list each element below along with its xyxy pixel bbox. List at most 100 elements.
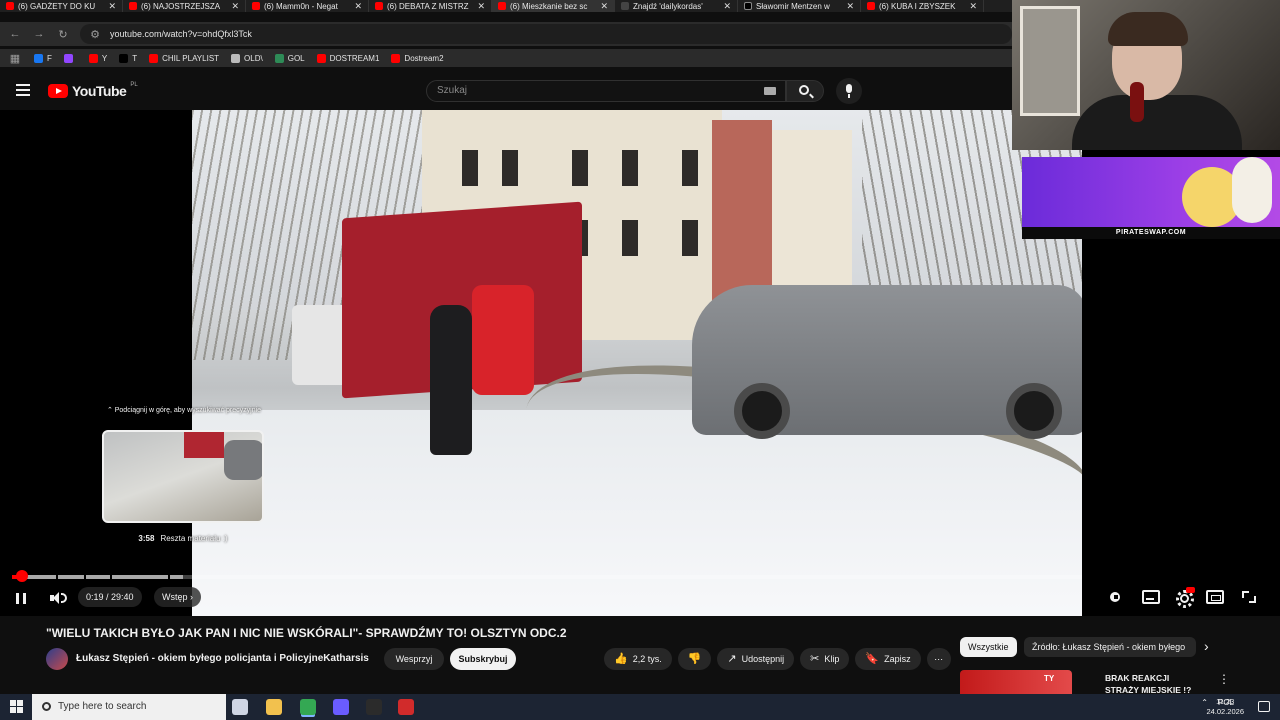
search-icon bbox=[799, 85, 809, 95]
browser-tab[interactable]: (6) DEBATA Z MISTRZ ✕ bbox=[369, 0, 492, 12]
more-actions-icon[interactable]: ⋯ bbox=[926, 648, 951, 670]
bookmark-item[interactable]: OLD\ bbox=[231, 53, 263, 63]
chips-next-icon[interactable]: › bbox=[1204, 638, 1209, 654]
tab-close-icon[interactable]: ✕ bbox=[600, 1, 608, 12]
tab-close-icon[interactable]: ✕ bbox=[969, 1, 977, 12]
pause-icon[interactable] bbox=[12, 588, 32, 608]
action-label: Klip bbox=[824, 654, 840, 664]
bookmark-favicon-icon bbox=[391, 53, 401, 63]
taskbar-search-placeholder: Type here to search bbox=[58, 701, 147, 712]
thumbs-up-button[interactable]: 👍 2,2 tys. bbox=[604, 648, 672, 670]
chrome-icon[interactable] bbox=[300, 699, 316, 715]
progress-scrubber[interactable] bbox=[16, 570, 28, 582]
bookmark-item[interactable]: Dostream2 bbox=[391, 53, 444, 63]
sponsor-domain: PIRATESWAP.COM bbox=[1022, 227, 1280, 239]
taskbar-clock[interactable]: 11:23 24.02.2026 bbox=[1206, 697, 1244, 717]
browser-tab[interactable]: Sławomir Mentzen w ✕ bbox=[738, 0, 861, 12]
webcam-microphone bbox=[1130, 82, 1144, 122]
seek-preview-label: 3:58 Reszta materiału :) bbox=[102, 534, 264, 543]
autoplay-toggle-icon[interactable] bbox=[1106, 589, 1124, 605]
webcam-body bbox=[1072, 95, 1242, 150]
subscribe-button[interactable]: Subskrybuj bbox=[450, 648, 516, 670]
video-frame[interactable] bbox=[192, 110, 1082, 616]
browser-tab[interactable]: (6) NAJOSTRZEJSZA ✕ bbox=[123, 0, 246, 12]
channel-name[interactable]: Łukasz Stępień - okiem byłego policjanta… bbox=[76, 653, 369, 664]
task-view-icon[interactable] bbox=[232, 699, 248, 715]
chapter-arrow-icon: › bbox=[190, 592, 194, 602]
reload-icon[interactable]: ↻ bbox=[56, 28, 70, 41]
player-controls: 0:19 / 29:40 Wstęp › bbox=[0, 584, 1280, 610]
bookmarks-bar: ▦ F Y T CHIL PLAYLIST OLD\ GOL DOSTREAM1 Dostre… bbox=[0, 49, 1012, 67]
bookmark-item[interactable] bbox=[63, 53, 77, 63]
site-info-icon[interactable]: ⚙ bbox=[88, 28, 102, 41]
recommendation-title[interactable]: BRAK REAKCJI STRAŻY MIEJSKIE !? Patologi… bbox=[1105, 672, 1205, 694]
record-app-icon[interactable] bbox=[398, 699, 414, 715]
volume-icon[interactable] bbox=[48, 588, 68, 608]
progress-bar[interactable] bbox=[12, 575, 1082, 579]
youtube-logo[interactable]: YouTube PL bbox=[48, 82, 138, 99]
tab-close-icon[interactable]: ✕ bbox=[846, 1, 854, 12]
tab-close-icon[interactable]: ✕ bbox=[108, 1, 116, 12]
browser-tab-title: (6) NAJOSTRZEJSZA bbox=[141, 1, 221, 11]
address-bar-row: ← → ↻ ⚙ youtube.com/watch?v=ohdQfxl3Tck bbox=[0, 22, 1012, 46]
keyboard-icon[interactable] bbox=[764, 87, 776, 95]
theater-mode-icon[interactable] bbox=[1206, 590, 1224, 604]
obs-icon[interactable] bbox=[366, 699, 382, 715]
browser-tab[interactable]: (6) GADŻETY DO KU ✕ bbox=[0, 0, 123, 12]
tab-close-icon[interactable]: ✕ bbox=[723, 1, 731, 12]
apps-grid-icon[interactable]: ▦ bbox=[8, 52, 22, 65]
url-field[interactable]: ⚙ youtube.com/watch?v=ohdQfxl3Tck bbox=[80, 24, 1012, 44]
windows-start-icon[interactable] bbox=[10, 700, 23, 713]
action-label: Udostępnij bbox=[741, 654, 785, 664]
save-button[interactable]: 🔖 Zapisz bbox=[855, 648, 921, 670]
support-button[interactable]: Wesprzyj bbox=[384, 648, 444, 670]
search-button[interactable] bbox=[786, 80, 824, 102]
x-favicon-icon bbox=[744, 2, 752, 10]
sponsor-overlay: PIRATESWAP.COM bbox=[1022, 157, 1280, 239]
youtube-favicon-icon bbox=[6, 2, 14, 10]
taskbar-search-input[interactable]: Type here to search bbox=[32, 694, 226, 720]
thumbs-down-button[interactable]: 👎 bbox=[677, 648, 712, 670]
channel-avatar[interactable] bbox=[46, 648, 68, 670]
browser-tab[interactable]: (6) Mamm0n - Negat ✕ bbox=[246, 0, 369, 12]
video-actions: 👍 2,2 tys. 👎 ↗ Udostępnij ✂ Klip 🔖 Zapisz ⋯ bbox=[604, 648, 951, 670]
notifications-icon[interactable] bbox=[1258, 701, 1270, 712]
hamburger-menu-icon[interactable] bbox=[16, 84, 30, 96]
voice-search-button[interactable] bbox=[836, 78, 862, 104]
tab-close-icon[interactable]: ✕ bbox=[477, 1, 485, 12]
chapter-label: Wstęp bbox=[162, 592, 188, 602]
browser-tab[interactable]: (6) Mieszkanie bez sc ✕ bbox=[492, 0, 615, 12]
recommendation-thumbnail[interactable]: TY bbox=[960, 670, 1072, 694]
recommendation-more-icon[interactable]: ⋮ bbox=[1218, 672, 1230, 686]
tab-close-icon[interactable]: ✕ bbox=[231, 1, 239, 12]
messenger-icon[interactable] bbox=[333, 699, 349, 715]
bookmark-label: OLD\ bbox=[244, 53, 263, 63]
browser-tab[interactable]: (6) KUBA I ZBYSZEK ✕ bbox=[861, 0, 984, 12]
tab-close-icon[interactable]: ✕ bbox=[354, 1, 362, 12]
youtube-favicon-icon bbox=[375, 2, 383, 10]
bookmark-item[interactable]: GOL bbox=[274, 53, 305, 63]
chip-all[interactable]: Wszystkie bbox=[960, 637, 1017, 657]
bookmark-label: DOSTREAM1 bbox=[329, 53, 380, 63]
clip-button[interactable]: ✂ Klip bbox=[800, 648, 850, 670]
share-button[interactable]: ↗ Udostępnij bbox=[717, 648, 795, 670]
seek-preview-thumbnail bbox=[102, 430, 264, 523]
chip-source[interactable]: Źródło: Łukasz Stępień - okiem byłego bbox=[1024, 637, 1196, 657]
browser-tab[interactable]: Znajdź 'dailykordas' ✕ bbox=[615, 0, 738, 12]
browser-tab-title: (6) DEBATA Z MISTRZ bbox=[387, 1, 469, 11]
bookmark-item[interactable]: DOSTREAM1 bbox=[316, 53, 380, 63]
fullscreen-icon[interactable] bbox=[1240, 589, 1258, 605]
bookmark-item[interactable]: T bbox=[119, 53, 137, 63]
bookmark-item[interactable]: F bbox=[34, 53, 52, 63]
country-code: PL bbox=[130, 82, 138, 88]
forward-icon[interactable]: → bbox=[32, 28, 46, 40]
bookmark-item[interactable]: CHIL PLAYLIST bbox=[149, 53, 219, 63]
url-text: youtube.com/watch?v=ohdQfxl3Tck bbox=[110, 29, 252, 39]
bookmark-item[interactable]: Y bbox=[88, 53, 107, 63]
back-icon[interactable]: ← bbox=[8, 28, 22, 40]
search-input[interactable]: Szukaj bbox=[426, 80, 786, 102]
hd-badge bbox=[1186, 587, 1195, 593]
chapter-button[interactable]: Wstęp › bbox=[154, 587, 202, 607]
subtitles-icon[interactable] bbox=[1142, 590, 1160, 604]
file-explorer-icon[interactable] bbox=[266, 699, 282, 715]
